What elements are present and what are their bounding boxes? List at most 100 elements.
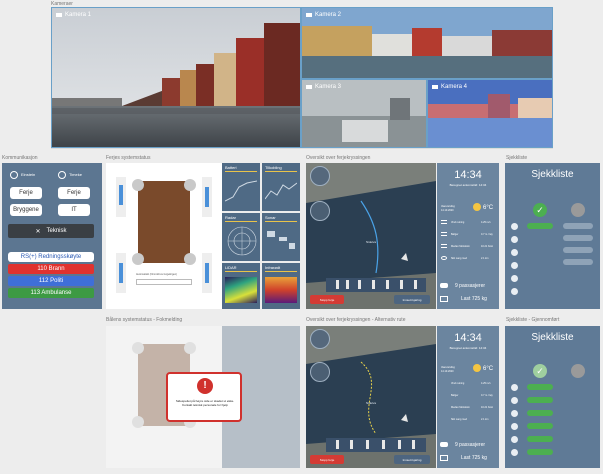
camera-2-view[interactable]: Kamera 2 bbox=[301, 7, 553, 79]
ferry-gauge-left-top bbox=[116, 177, 126, 217]
lidar-tile[interactable]: LiDAR bbox=[222, 263, 260, 309]
compass-icon[interactable] bbox=[310, 166, 330, 186]
camera-3-view[interactable]: Kamera 3 bbox=[301, 79, 427, 148]
cargo-load: Last 725 kg bbox=[461, 296, 487, 302]
stop-ferry-button[interactable]: Stopp ferje bbox=[310, 295, 344, 304]
checklist-item-pending[interactable] bbox=[563, 247, 593, 253]
propeller-icon bbox=[132, 416, 144, 428]
passengers-icon bbox=[440, 442, 448, 447]
propeller-icon bbox=[184, 342, 196, 354]
checklist-item-done[interactable] bbox=[527, 397, 553, 403]
camera-1-image bbox=[52, 8, 300, 147]
radar-icon bbox=[227, 226, 257, 256]
weather-row-label: Sikt Lang med bbox=[451, 257, 467, 260]
ferje-button-2[interactable]: Ferje bbox=[58, 187, 90, 199]
check-icon: ✓ bbox=[533, 203, 547, 217]
checklist-step-icon bbox=[511, 236, 518, 243]
checklist-step-icon bbox=[511, 410, 518, 417]
crossing-map-alt[interactable]: Nidelva Stopp ferje Innsett kjøring bbox=[306, 326, 436, 468]
connection-tile[interactable]: Tilkobling bbox=[262, 163, 300, 211]
weather-row-value: 10.21 Kost bbox=[481, 406, 493, 409]
weather-row-label: Bølger bbox=[451, 233, 459, 236]
propeller-icon bbox=[132, 179, 144, 191]
overview-alt-title: Oversikt over ferjekryssingen - Alternat… bbox=[306, 317, 406, 323]
sun-icon bbox=[473, 203, 481, 211]
camera-4-label: Kamera 4 bbox=[441, 84, 468, 90]
checklist-step-icon bbox=[511, 262, 518, 269]
dock-button[interactable]: Innsett kjøring bbox=[394, 455, 430, 464]
weather-label: Vaervarsling bbox=[441, 366, 455, 369]
dock-button[interactable]: Innsett kjøring bbox=[394, 295, 430, 304]
teknisk-button[interactable]: ✕ Teknisk bbox=[8, 224, 94, 238]
stop-ferry-button[interactable]: Stopp ferje bbox=[310, 455, 344, 464]
sensor-tiles: Batteri Tilkobling Radar Sonar LiDAR Inf… bbox=[222, 163, 300, 309]
fire-button[interactable]: 110 Brann bbox=[8, 264, 94, 274]
passenger-count: 9 passasjerer bbox=[455, 283, 486, 289]
ferry-gauge-right-bottom bbox=[202, 253, 212, 293]
time-display: 14:34 bbox=[454, 332, 482, 344]
checklist-item-pending[interactable] bbox=[563, 259, 593, 265]
ferry-slider[interactable] bbox=[136, 279, 192, 285]
battery-tile[interactable]: Batteri bbox=[222, 163, 260, 211]
checklist-item-done[interactable] bbox=[527, 449, 553, 455]
infrared-label: Infrarødt bbox=[265, 265, 281, 270]
checklist-item-done[interactable] bbox=[527, 384, 553, 390]
ferry-name-label: Nidelva bbox=[366, 401, 377, 405]
sonar-tile[interactable]: Sonar bbox=[262, 213, 300, 261]
trip-info-panel-alt: 14:34 Beregnet ankomsttid: 14:34 Vaervar… bbox=[437, 326, 499, 468]
sun-icon bbox=[473, 364, 481, 372]
visibility-icon bbox=[441, 256, 447, 260]
current-icon bbox=[441, 244, 447, 248]
radar-tile[interactable]: Radar bbox=[222, 213, 260, 261]
ferry-gauge-right-top bbox=[202, 177, 212, 217]
checklist-step-icon bbox=[511, 436, 518, 443]
bryggene-button[interactable]: Bryggene bbox=[10, 204, 42, 216]
camera-1-label: Kamera 1 bbox=[65, 12, 92, 18]
lidar-label: LiDAR bbox=[225, 265, 237, 270]
weather-row-value: 2.1 km bbox=[481, 257, 489, 260]
weather-row-label: Vind retning bbox=[451, 382, 465, 385]
ferry-gauge-left-bottom bbox=[116, 253, 126, 293]
weather-row-label: Sikt Lang med bbox=[451, 418, 467, 421]
camera-4-view[interactable]: Kamera 4 bbox=[427, 79, 553, 148]
checklist-panel: Sjekkliste ✓ bbox=[505, 163, 600, 309]
checklist-step-icon bbox=[511, 288, 518, 295]
checklist-step-icon bbox=[511, 384, 518, 391]
infrared-tile[interactable]: Infrarødt bbox=[262, 263, 300, 309]
arrival-time: Beregnet ankomsttid: 14:34 bbox=[449, 183, 487, 187]
warning-icon: ! bbox=[197, 378, 213, 394]
waves-icon bbox=[441, 232, 447, 236]
checklist-item-done[interactable] bbox=[527, 436, 553, 442]
alert-dialog[interactable]: ! Sidespeilet på høyre side er skadet ut… bbox=[166, 372, 242, 422]
rescue-boat-button[interactable]: RS(+) Redningsskøyte bbox=[8, 252, 94, 262]
radar-label: Radar bbox=[225, 215, 236, 220]
sonar-label: Sonar bbox=[265, 215, 276, 220]
bridge-status-title: Bålens systemstatus - Fokmelding bbox=[106, 317, 183, 323]
checklist-item-done[interactable] bbox=[527, 423, 553, 429]
weather-row-value: 2.1 km bbox=[481, 418, 489, 421]
compass-icon[interactable] bbox=[310, 329, 330, 349]
checklist-item-done[interactable] bbox=[527, 410, 553, 416]
teknisk-label: Teknisk bbox=[46, 228, 67, 234]
checklist-item-pending[interactable] bbox=[563, 235, 593, 241]
it-button[interactable]: IT bbox=[58, 204, 90, 216]
cargo-load: Last 725 kg bbox=[461, 455, 487, 461]
temperature: 6°C bbox=[483, 205, 494, 211]
alert-message: Sidespeilet på høyre side er skadet ut e… bbox=[175, 399, 235, 407]
police-button[interactable]: 112 Politi bbox=[8, 276, 94, 286]
einstein-label: Einstein bbox=[21, 172, 36, 177]
passengers-icon bbox=[440, 283, 448, 288]
ferry-status-panel: Automatiskt (Omrodtt av fergekirgen) bbox=[106, 163, 222, 309]
propeller-icon bbox=[132, 253, 144, 265]
checklist-item-pending[interactable] bbox=[563, 223, 593, 229]
weather-row-value: 4.25 m/s bbox=[481, 221, 491, 224]
camera-3-label: Kamera 3 bbox=[315, 84, 342, 90]
ambulance-button[interactable]: 113 Ambulanse bbox=[8, 288, 94, 298]
crossing-map[interactable]: Nidelva Stopp ferje Innsett kjøring bbox=[306, 163, 436, 309]
camera-1-view[interactable]: Kamera 1 bbox=[51, 7, 301, 148]
checklist-item-done[interactable] bbox=[527, 223, 553, 229]
weather-row-value: 10.21 Kost bbox=[481, 245, 493, 248]
lidar-image bbox=[225, 277, 257, 303]
ferry-status-title: Ferjes systemstatus bbox=[106, 155, 151, 161]
ferje-button-1[interactable]: Ferje bbox=[10, 187, 42, 199]
